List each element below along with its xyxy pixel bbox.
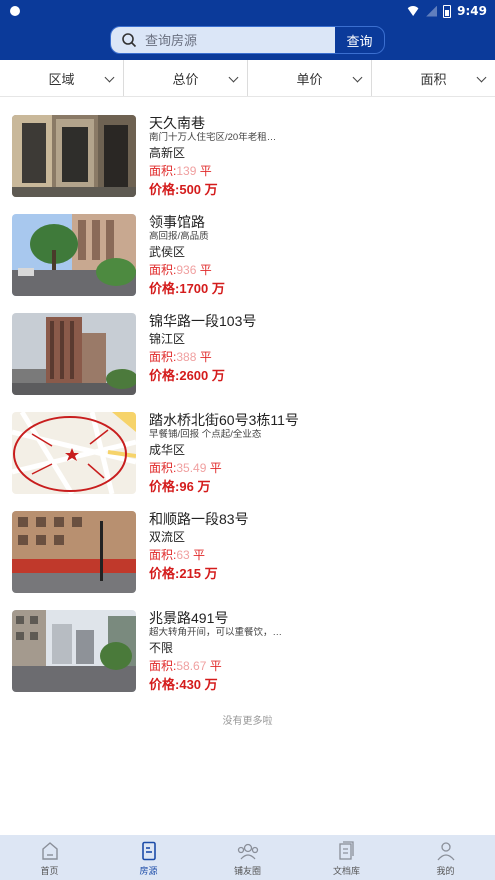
listing-area: 面积:35.49 平 bbox=[149, 461, 222, 475]
listing-district: 成华区 bbox=[149, 443, 186, 457]
listing-item[interactable]: 锦华路一段103号 锦江区 面积:388 平 价格:2600 万 bbox=[0, 308, 495, 407]
search-button[interactable]: 查询 bbox=[335, 27, 384, 53]
listing-district: 不限 bbox=[149, 641, 174, 655]
listing-price: 价格:215 万 bbox=[149, 566, 218, 581]
tab-home[interactable]: 首页 bbox=[0, 835, 99, 880]
filter-region[interactable]: 区域 bbox=[0, 60, 124, 96]
listing-photo bbox=[12, 412, 136, 494]
listing-item[interactable]: 兆景路491号 超大转角开间，可以重餐饮，… 不限 面积:58.67 平 价格:… bbox=[0, 605, 495, 704]
profile-icon bbox=[436, 842, 455, 861]
tab-documents[interactable]: 文档库 bbox=[297, 835, 396, 880]
status-bar: 9:49 bbox=[0, 0, 495, 22]
chevron-down-icon bbox=[352, 72, 363, 83]
listing-price: 价格:2600 万 bbox=[149, 368, 225, 383]
tab-label: 首页 bbox=[40, 866, 59, 876]
home-icon bbox=[41, 842, 58, 860]
listing-tags: 南门十万人住宅区/20年老租… bbox=[149, 132, 277, 143]
listing-photo bbox=[12, 115, 136, 197]
shield-icon bbox=[10, 6, 20, 16]
listing-price: 价格:1700 万 bbox=[149, 281, 225, 296]
listing-area: 面积:388 平 bbox=[149, 350, 212, 364]
listing-title: 兆景路491号 bbox=[149, 610, 229, 626]
listing-price: 价格:430 万 bbox=[149, 677, 218, 692]
listing-photo bbox=[12, 610, 136, 692]
listing-item[interactable]: 天久南巷 南门十万人住宅区/20年老租… 高新区 面积:139 平 价格:500… bbox=[0, 110, 495, 209]
filter-label: 单价 bbox=[296, 71, 323, 87]
search-icon bbox=[122, 33, 137, 48]
tab-listings[interactable]: 房源 bbox=[99, 835, 198, 880]
listing-tags: 早餐铺/回报 个点起/全业态 bbox=[149, 429, 262, 440]
listing-area: 面积:58.67 平 bbox=[149, 659, 222, 673]
chevron-down-icon bbox=[476, 72, 487, 83]
no-more-text: 没有更多啦 bbox=[222, 716, 273, 727]
listing-price: 价格:96 万 bbox=[149, 479, 211, 494]
listing-icon bbox=[141, 841, 156, 861]
listing-district: 双流区 bbox=[149, 530, 186, 544]
community-icon bbox=[237, 843, 258, 860]
listing-district: 锦江区 bbox=[149, 332, 186, 346]
tab-label: 铺友圈 bbox=[233, 866, 261, 876]
listing-title: 踏水桥北街60号3栋11号 bbox=[149, 412, 299, 428]
search-bar: 查询 bbox=[110, 26, 385, 54]
listing-item[interactable]: 踏水桥北街60号3栋11号 早餐铺/回报 个点起/全业态 成华区 面积:35.4… bbox=[0, 407, 495, 506]
tab-label: 房源 bbox=[139, 866, 158, 876]
listing-area: 面积:139 平 bbox=[149, 164, 212, 178]
listing-title: 天久南巷 bbox=[149, 115, 205, 131]
listing-list: 天久南巷 南门十万人住宅区/20年老租… 高新区 面积:139 平 价格:500… bbox=[0, 110, 495, 704]
search-field[interactable] bbox=[111, 27, 335, 53]
signal-icon bbox=[426, 5, 438, 17]
filter-label: 面积 bbox=[420, 71, 447, 87]
listing-title: 锦华路一段103号 bbox=[149, 313, 257, 329]
listing-photo bbox=[12, 214, 136, 296]
listing-photo bbox=[12, 511, 136, 593]
listing-district: 高新区 bbox=[149, 146, 186, 160]
filter-area[interactable]: 面积 bbox=[372, 60, 495, 96]
app-header: 9:49 查询 bbox=[0, 0, 495, 60]
status-time: 9:49 bbox=[457, 4, 487, 18]
listing-title: 领事馆路 bbox=[149, 214, 205, 230]
tab-community[interactable]: 铺友圈 bbox=[198, 835, 297, 880]
filter-bar: 区域 总价 单价 面积 bbox=[0, 60, 495, 97]
listing-item[interactable]: 和顺路一段83号 双流区 面积:63 平 价格:215 万 bbox=[0, 506, 495, 605]
document-icon bbox=[338, 841, 354, 860]
tab-label: 我的 bbox=[436, 866, 455, 876]
listing-item[interactable]: 领事馆路 高回报/高品质 武侯区 面积:936 平 价格:1700 万 bbox=[0, 209, 495, 308]
bottom-nav: 首页 房源 铺友圈 文档库 我的 bbox=[0, 835, 495, 880]
wifi-icon bbox=[406, 6, 421, 16]
listing-tags: 超大转角开间，可以重餐饮，… bbox=[149, 627, 283, 638]
filter-unit-price[interactable]: 单价 bbox=[248, 60, 372, 96]
filter-label: 总价 bbox=[172, 71, 199, 87]
filter-total-price[interactable]: 总价 bbox=[124, 60, 248, 96]
search-input[interactable] bbox=[145, 32, 315, 48]
tab-profile[interactable]: 我的 bbox=[396, 835, 495, 880]
chevron-down-icon bbox=[104, 72, 115, 83]
listing-district: 武侯区 bbox=[149, 245, 186, 259]
listing-price: 价格:500 万 bbox=[149, 182, 218, 197]
listing-photo bbox=[12, 313, 136, 395]
tab-label: 文档库 bbox=[332, 866, 360, 876]
listing-area: 面积:936 平 bbox=[149, 263, 212, 277]
chevron-down-icon bbox=[228, 72, 239, 83]
listing-area: 面积:63 平 bbox=[149, 548, 206, 562]
listing-tags: 高回报/高品质 bbox=[149, 231, 209, 242]
listing-title: 和顺路一段83号 bbox=[149, 511, 249, 527]
battery-icon bbox=[443, 4, 452, 18]
filter-label: 区域 bbox=[48, 71, 75, 87]
